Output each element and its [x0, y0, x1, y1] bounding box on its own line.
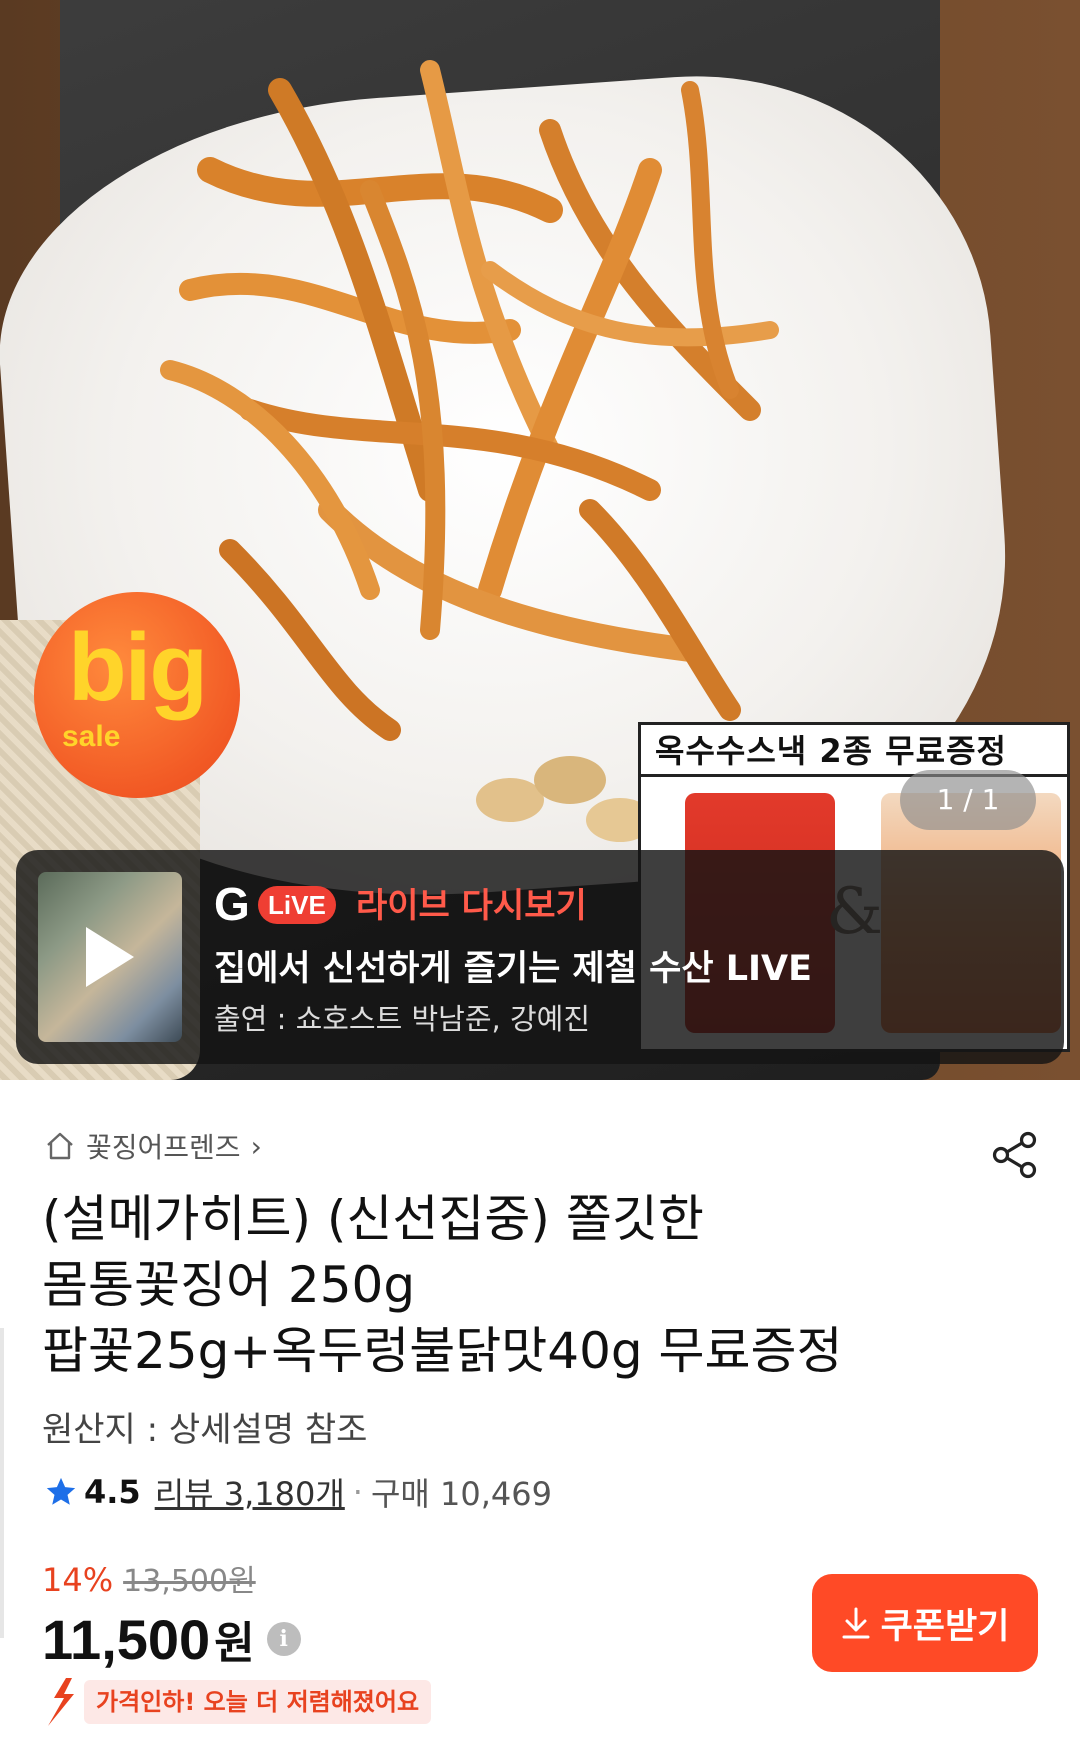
info-icon[interactable]: i — [266, 1622, 301, 1656]
star-icon — [46, 1477, 76, 1505]
store-name[interactable]: 꽃징어프렌즈 — [86, 1126, 241, 1166]
separator-dot: · — [352, 1473, 363, 1511]
live-title: 집에서 신선하게 즐기는 제철 수산 LIVE — [214, 949, 813, 989]
image-page-indicator: 1 / 1 — [900, 770, 1036, 830]
chevron-right-icon: › — [250, 1129, 262, 1163]
svg-text:G: G — [214, 880, 250, 926]
price-drop-arrow-icon — [48, 1678, 74, 1726]
product-title-line-1: (설메가히트) (신선집중) 쫄깃한 — [42, 1190, 704, 1248]
product-title-line-2: 몸통꽃징어 250g — [42, 1256, 416, 1314]
price-row: 11,500 원 i — [42, 1604, 301, 1674]
product-title: (설메가히트) (신선집중) 쫄깃한 몸통꽃징어 250g 팝꽃25g+옥두렁불… — [42, 1186, 1002, 1384]
currency-unit: 원 — [214, 1618, 255, 1669]
breadcrumb[interactable]: 꽃징어프렌즈 › — [44, 1128, 262, 1164]
share-icon[interactable] — [990, 1130, 1040, 1180]
rating-score: 4.5 — [84, 1473, 141, 1511]
discount-row: 14% 13,500원 — [42, 1556, 256, 1600]
badge-big-text: big — [68, 614, 208, 721]
live-host: 출연 : 쇼호스트 박남준, 강예진 — [214, 1002, 591, 1036]
left-divider — [0, 1328, 4, 1638]
price-drop-notice: 가격인하! 오늘 더 저렴해졌어요 — [40, 1676, 432, 1728]
coupon-label: 쿠폰받기 — [880, 1606, 1010, 1647]
rating-row: 4.5 리뷰 3,180개 · 구매 10,469 — [44, 1470, 552, 1514]
review-link[interactable]: 리뷰 3,180개 — [155, 1469, 345, 1515]
origin-text: 원산지 : 상세설명 참조 — [42, 1410, 368, 1450]
original-price: 13,500원 — [123, 1564, 256, 1599]
live-thumbnail[interactable] — [38, 872, 182, 1042]
purchase-count: 구매 10,469 — [370, 1475, 552, 1513]
g-logo-icon: G — [214, 880, 250, 926]
live-pill: LiVE — [258, 886, 336, 924]
download-icon — [842, 1607, 870, 1639]
home-icon — [47, 1132, 73, 1160]
replay-label: 라이브 다시보기 — [356, 886, 587, 926]
live-replay-banner[interactable]: G LiVE 라이브 다시보기 집에서 신선하게 즐기는 제철 수산 LIVE … — [16, 850, 1064, 1064]
coupon-button[interactable]: 쿠폰받기 — [812, 1574, 1038, 1672]
discount-percent: 14% — [42, 1561, 114, 1599]
product-title-line-3: 팝꽃25g+옥두렁불닭맛40g 무료증정 — [42, 1322, 843, 1380]
product-image[interactable]: big sale 옥수수스낵 2종 무료증정 & 1 / 1 G LiVE 라이… — [0, 0, 1080, 1080]
badge-sale-text: sale — [62, 720, 121, 753]
final-price: 11,500 — [42, 1607, 211, 1671]
price-drop-label: 가격인하! 오늘 더 저렴해졌어요 — [84, 1680, 432, 1724]
play-icon — [86, 927, 134, 987]
big-sale-badge: big sale — [34, 592, 240, 798]
